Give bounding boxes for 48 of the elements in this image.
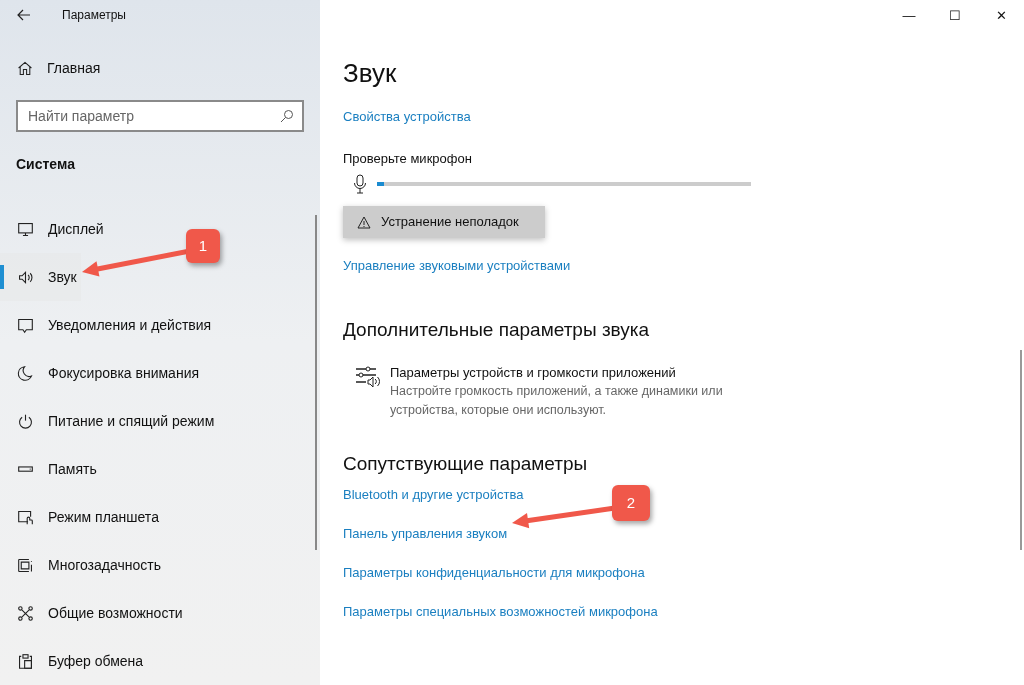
sidebar-item[interactable]: Уведомления и действия [0, 301, 216, 349]
section-heading: Сопутствующие параметры [343, 452, 589, 476]
troubleshoot-button[interactable]: Устранение неполадок [343, 206, 545, 238]
section-heading: Система [16, 155, 76, 174]
app-volume-title: Параметры устройств и громкости приложений [390, 364, 677, 382]
page-title: Звук [343, 57, 398, 90]
power-icon [17, 412, 34, 430]
related-link[interactable]: Параметры специальных возможностей микрофона [343, 601, 658, 621]
back-arrow-icon[interactable] [17, 8, 31, 21]
annotation-badge: 2 [612, 485, 650, 521]
section-heading: Дополнительные параметры звука [343, 317, 651, 342]
sidebar-item[interactable]: Многозадачность [0, 541, 165, 589]
window-title: Параметры [62, 6, 126, 24]
app-volume-description: Настройте громкость приложений, а также динамики или устройства, которые они используют. [390, 383, 724, 419]
sidebar-item[interactable]: Буфер обмена [0, 637, 148, 685]
sidebar-item[interactable]: Память [0, 445, 101, 493]
tablet-hand-icon [17, 508, 34, 526]
minimize-button[interactable]: — [886, 0, 932, 32]
sidebar-item[interactable]: Дисплей [0, 205, 108, 253]
home-item[interactable]: Главная [0, 57, 320, 79]
annotation-badge: 1 [186, 229, 220, 263]
warning-icon [357, 215, 371, 229]
search-field[interactable]: Найти параметр [16, 100, 304, 132]
related-link[interactable]: Параметры конфиденциальности для микрофона [343, 562, 645, 582]
clipboard-icon [17, 652, 34, 670]
sidebar-item[interactable]: Фокусировка внимания [0, 349, 204, 397]
related-link[interactable]: Панель управления звуком [343, 523, 508, 543]
multitasking-icon [17, 556, 34, 574]
monitor-icon [17, 220, 34, 238]
sidebar-item[interactable]: Звук [0, 253, 81, 301]
speaker-icon [17, 268, 34, 286]
crescent-moon-icon [17, 364, 34, 382]
mic-test-label: Проверьте микрофон [343, 149, 473, 168]
sidebar-item[interactable]: Общие возможности [0, 589, 187, 637]
speech-bubble-icon [17, 316, 34, 334]
sidebar-item[interactable]: Питание и спящий режим [0, 397, 219, 445]
microphone-icon [353, 174, 367, 194]
sidebar-item[interactable]: Режим планшета [0, 493, 163, 541]
related-link[interactable]: Bluetooth и другие устройства [343, 484, 524, 504]
maximize-button[interactable]: ☐ [932, 0, 978, 32]
sliders-speaker-icon [355, 366, 380, 389]
close-button[interactable]: ✕ [978, 0, 1024, 32]
home-icon [17, 60, 33, 77]
search-icon [280, 109, 294, 123]
device-properties-link[interactable]: Свойства устройства [343, 107, 1024, 127]
network-nodes-icon [17, 604, 34, 622]
manage-devices-link[interactable]: Управление звуковыми устройствами [343, 256, 1024, 276]
app-volume-item[interactable]: Параметры устройств и громкости приложений Настройте громкость приложений, а также динамики или устройства, которые они используют. [343, 363, 1024, 420]
